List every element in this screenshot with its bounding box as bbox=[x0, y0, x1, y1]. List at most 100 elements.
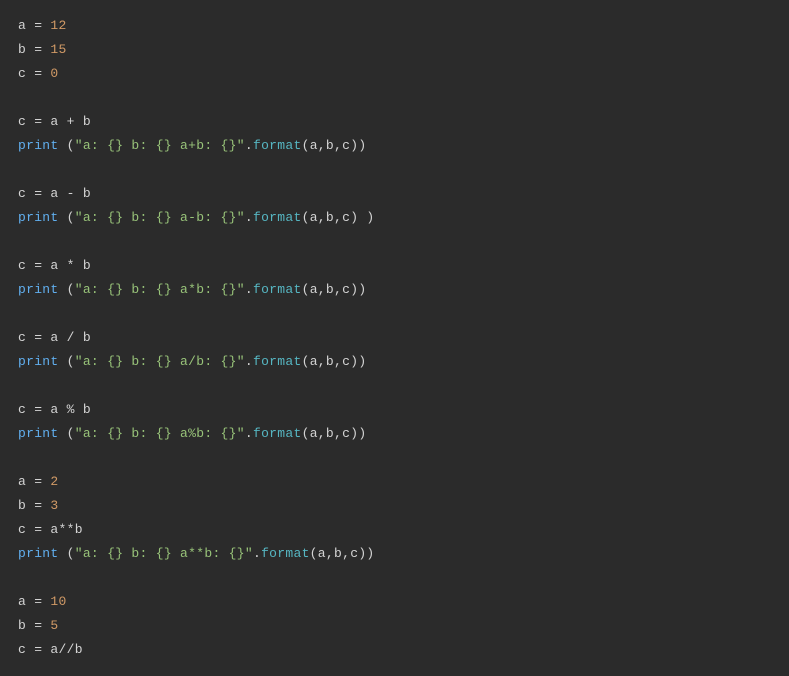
code-line: a = 12 bbox=[18, 18, 67, 33]
token-va: a bbox=[50, 258, 66, 273]
token-mt: format bbox=[253, 282, 302, 297]
token-va: c bbox=[18, 642, 34, 657]
token-va: b bbox=[83, 330, 91, 345]
token-op: )) bbox=[350, 138, 366, 153]
token-st: "a: {} b: {} a-b: {}" bbox=[75, 210, 245, 225]
token-nu: 5 bbox=[50, 618, 58, 633]
token-fn: print bbox=[18, 210, 67, 225]
code-line: a = 2 bbox=[18, 474, 59, 489]
token-op: = bbox=[34, 474, 50, 489]
code-line: b = 15 bbox=[18, 42, 67, 57]
token-op: ) ) bbox=[350, 210, 374, 225]
code-line: c = a * b bbox=[18, 258, 91, 273]
token-op: , bbox=[318, 138, 326, 153]
token-op: ** bbox=[59, 522, 75, 537]
token-op: , bbox=[342, 546, 350, 561]
token-op: ( bbox=[302, 138, 310, 153]
token-fn: print bbox=[18, 282, 67, 297]
token-va: c bbox=[18, 258, 34, 273]
code-line: print ("a: {} b: {} a+b: {}".format(a,b,… bbox=[18, 138, 366, 153]
token-mt: format bbox=[261, 546, 310, 561]
token-va: a bbox=[50, 330, 66, 345]
token-op: = bbox=[34, 594, 50, 609]
token-va: a bbox=[50, 642, 58, 657]
code-line: c = 0 bbox=[18, 66, 59, 81]
token-op: = bbox=[34, 258, 50, 273]
token-va: a bbox=[310, 354, 318, 369]
token-va: b bbox=[326, 354, 334, 369]
token-op: = bbox=[34, 402, 50, 417]
token-op: )) bbox=[350, 354, 366, 369]
token-va: b bbox=[18, 618, 34, 633]
token-op: , bbox=[326, 546, 334, 561]
token-va: a bbox=[310, 426, 318, 441]
token-va: b bbox=[326, 282, 334, 297]
token-op: , bbox=[334, 426, 342, 441]
code-line: b = 3 bbox=[18, 498, 59, 513]
token-op: = bbox=[34, 330, 50, 345]
token-st: "a: {} b: {} a+b: {}" bbox=[75, 138, 245, 153]
token-op: . bbox=[245, 210, 253, 225]
token-st: "a: {} b: {} a/b: {}" bbox=[75, 354, 245, 369]
token-op: ( bbox=[67, 138, 75, 153]
token-op: ( bbox=[310, 546, 318, 561]
token-va: a bbox=[18, 18, 34, 33]
token-op: / bbox=[67, 330, 83, 345]
token-va: a bbox=[50, 186, 66, 201]
token-va: b bbox=[83, 258, 91, 273]
token-op: . bbox=[253, 546, 261, 561]
token-op: = bbox=[34, 642, 50, 657]
token-op: + bbox=[67, 114, 83, 129]
code-block: a = 12 b = 15 c = 0 c = a + b print ("a:… bbox=[0, 0, 789, 676]
token-op: ( bbox=[302, 354, 310, 369]
token-op: = bbox=[34, 66, 50, 81]
token-op: = bbox=[34, 498, 50, 513]
code-line: c = a / b bbox=[18, 330, 91, 345]
code-line: c = a//b bbox=[18, 642, 83, 657]
token-va: a bbox=[50, 402, 66, 417]
token-va: b bbox=[326, 210, 334, 225]
token-op: )) bbox=[350, 426, 366, 441]
token-st: "a: {} b: {} a%b: {}" bbox=[75, 426, 245, 441]
token-op: ( bbox=[67, 354, 75, 369]
token-op: , bbox=[334, 138, 342, 153]
token-nu: 10 bbox=[50, 594, 66, 609]
code-line: print ("a: {} b: {} a**b: {}".format(a,b… bbox=[18, 546, 375, 561]
token-nu: 15 bbox=[50, 42, 66, 57]
token-va: a bbox=[318, 546, 326, 561]
token-mt: format bbox=[253, 354, 302, 369]
token-nu: 12 bbox=[50, 18, 66, 33]
token-op: - bbox=[67, 186, 83, 201]
token-va: b bbox=[83, 402, 91, 417]
token-va: b bbox=[18, 498, 34, 513]
token-mt: format bbox=[253, 426, 302, 441]
token-nu: 2 bbox=[50, 474, 58, 489]
token-st: "a: {} b: {} a*b: {}" bbox=[75, 282, 245, 297]
token-va: b bbox=[334, 546, 342, 561]
code-line: print ("a: {} b: {} a%b: {}".format(a,b,… bbox=[18, 426, 366, 441]
token-st: "a: {} b: {} a**b: {}" bbox=[75, 546, 253, 561]
token-va: b bbox=[83, 186, 91, 201]
token-op: . bbox=[245, 138, 253, 153]
token-op: , bbox=[318, 354, 326, 369]
token-nu: 0 bbox=[50, 66, 58, 81]
token-op: ( bbox=[302, 426, 310, 441]
token-va: a bbox=[310, 282, 318, 297]
token-op: ( bbox=[67, 210, 75, 225]
token-va: c bbox=[18, 114, 34, 129]
token-op: = bbox=[34, 522, 50, 537]
token-mt: format bbox=[253, 210, 302, 225]
token-op: = bbox=[34, 114, 50, 129]
token-va: c bbox=[18, 330, 34, 345]
token-va: a bbox=[18, 594, 34, 609]
token-fn: print bbox=[18, 426, 67, 441]
token-op: )) bbox=[350, 282, 366, 297]
token-op: ( bbox=[67, 426, 75, 441]
token-op: , bbox=[334, 354, 342, 369]
code-line: c = a**b bbox=[18, 522, 83, 537]
token-op: = bbox=[34, 42, 50, 57]
token-va: b bbox=[326, 138, 334, 153]
token-va: a bbox=[310, 210, 318, 225]
token-op: = bbox=[34, 186, 50, 201]
code-line: c = a - b bbox=[18, 186, 91, 201]
